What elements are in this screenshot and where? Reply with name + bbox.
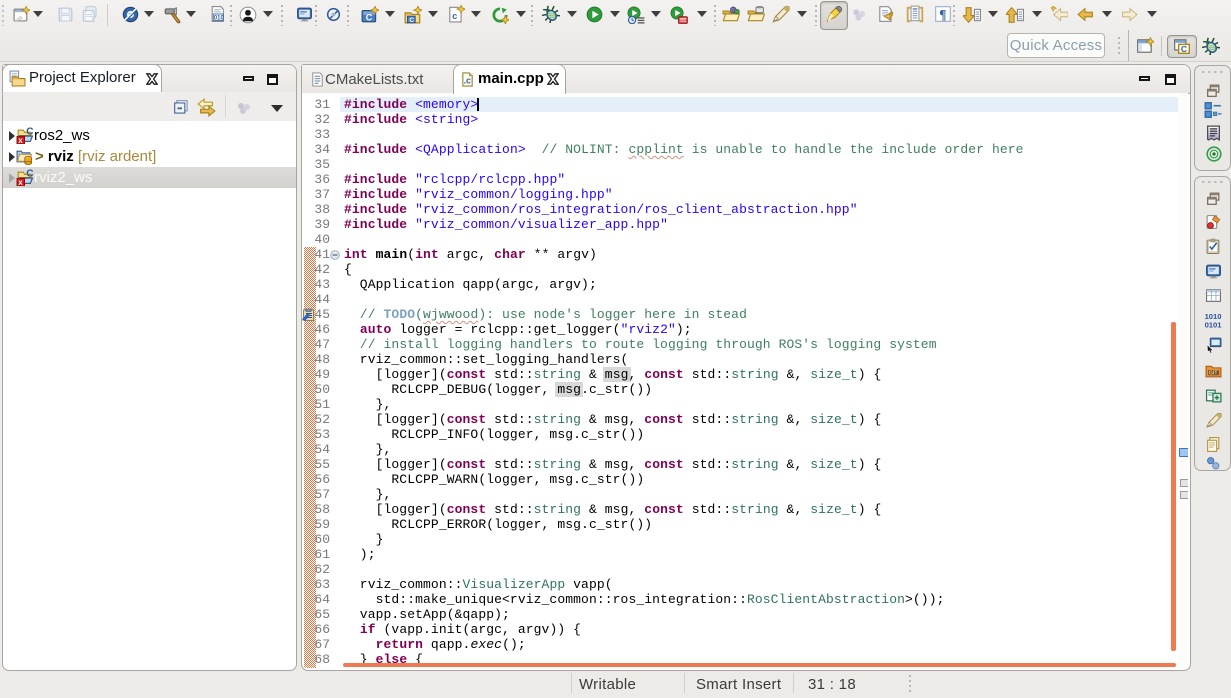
svg-text:010: 010: [214, 16, 225, 22]
svg-text:c: c: [452, 12, 457, 22]
svg-text:C: C: [1181, 44, 1187, 54]
svg-text:0101: 0101: [1205, 320, 1222, 329]
svg-text:¶: ¶: [939, 7, 946, 22]
svg-text:C: C: [366, 12, 373, 22]
svg-text:C: C: [409, 17, 414, 24]
svg-text:GIT: GIT: [1209, 371, 1218, 377]
svg-text:.c: .c: [464, 76, 471, 86]
